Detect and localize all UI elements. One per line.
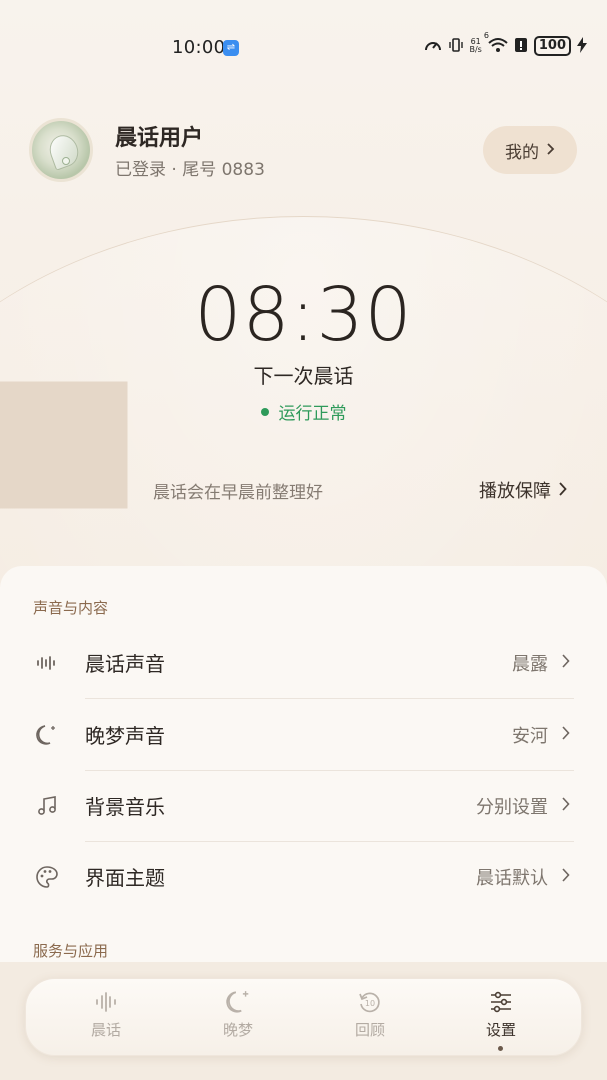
chevron-right-icon [559, 480, 567, 501]
network-speed: 61 B/s [470, 38, 482, 54]
row-value: 晨露 [512, 653, 548, 675]
row-morning-voice[interactable]: 晨话声音 晨露 [33, 627, 574, 698]
bottom-nav: 晨话 晚梦 10 回顾 设置 [25, 978, 582, 1056]
nav-item-night[interactable]: 晚梦 [173, 979, 303, 1057]
mine-button-label: 我的 [505, 142, 539, 163]
chevron-right-icon [558, 652, 574, 673]
dew-drop-icon [62, 157, 70, 165]
vibrate-icon [448, 37, 464, 56]
nav-item-review[interactable]: 10 回顾 [305, 979, 435, 1057]
nav-item-morning[interactable]: 晨话 [41, 979, 171, 1057]
row-value: 晨话默认 [476, 867, 548, 889]
status-icons: 61 B/s 6 100 [424, 31, 587, 56]
status-bar: 10:00 ⇌ 61 B/s 6 100 [0, 0, 607, 95]
charging-icon [577, 36, 587, 56]
svg-text:10: 10 [365, 999, 375, 1008]
row-night-voice[interactable]: 晚梦声音 安河 [33, 699, 574, 770]
next-time[interactable]: 08:30 [0, 272, 607, 358]
playback-guard-label: 播放保障 [479, 481, 551, 502]
mine-button[interactable]: 我的 [483, 126, 577, 174]
nav-label: 晨话 [90, 1021, 121, 1039]
row-background-music[interactable]: 背景音乐 分别设置 [33, 770, 574, 841]
nav-label: 晚梦 [222, 1021, 253, 1039]
nav-label: 回顾 [354, 1021, 385, 1039]
chevron-right-icon [558, 866, 574, 887]
user-name: 晨话用户 [115, 126, 204, 151]
active-indicator-dot [498, 1046, 503, 1051]
sliders-icon [436, 989, 566, 1015]
row-label: 晚梦声音 [85, 724, 165, 748]
settings-page: 10:00 ⇌ 61 B/s 6 100 晨话用户 已登录 · 尾号 0883 … [0, 0, 607, 1080]
row-value: 安河 [512, 725, 548, 747]
wifi-badge: 6 [483, 30, 489, 40]
music-note-icon [33, 792, 61, 820]
usb-icon: ⇌ [223, 40, 239, 56]
chevron-right-icon [558, 724, 574, 745]
leaf-logo-icon [45, 131, 83, 171]
row-label: 背景音乐 [85, 795, 165, 819]
chevron-right-icon [547, 140, 555, 160]
row-value: 分别设置 [476, 796, 548, 818]
run-status-text: 运行正常 [278, 404, 347, 424]
chevron-right-icon [558, 795, 574, 816]
row-label: 晨话声音 [85, 652, 165, 676]
palette-icon [33, 863, 61, 891]
section-title-sound: 声音与内容 [33, 599, 109, 617]
moon-icon [173, 989, 303, 1015]
waveform-icon [33, 649, 61, 677]
status-time: 10:00 [172, 37, 226, 58]
playback-guard-link[interactable]: 播放保障 [479, 477, 567, 503]
prepare-tip: 晨话会在早晨前整理好 [153, 483, 323, 503]
section-title-services: 服务与应用 [33, 942, 109, 960]
moon-icon [33, 721, 61, 749]
replay-icon: 10 [305, 989, 435, 1015]
login-status: 已登录 · 尾号 0883 [115, 160, 265, 180]
speedometer-icon [424, 37, 442, 56]
battery-indicator: 100 [533, 36, 571, 56]
wifi-icon: 6 [484, 31, 508, 56]
waveform-icon [41, 989, 171, 1015]
nav-label: 设置 [485, 1021, 516, 1039]
row-label: 界面主题 [85, 866, 165, 890]
network-speed-unit: B/s [469, 45, 482, 54]
run-status: 运行正常 [0, 399, 607, 424]
next-label: 下一次晨话 [253, 364, 354, 388]
alert-icon [514, 37, 528, 56]
status-dot-icon [260, 408, 269, 416]
row-theme[interactable]: 界面主题 晨话默认 [33, 841, 574, 912]
avatar[interactable] [29, 118, 93, 182]
